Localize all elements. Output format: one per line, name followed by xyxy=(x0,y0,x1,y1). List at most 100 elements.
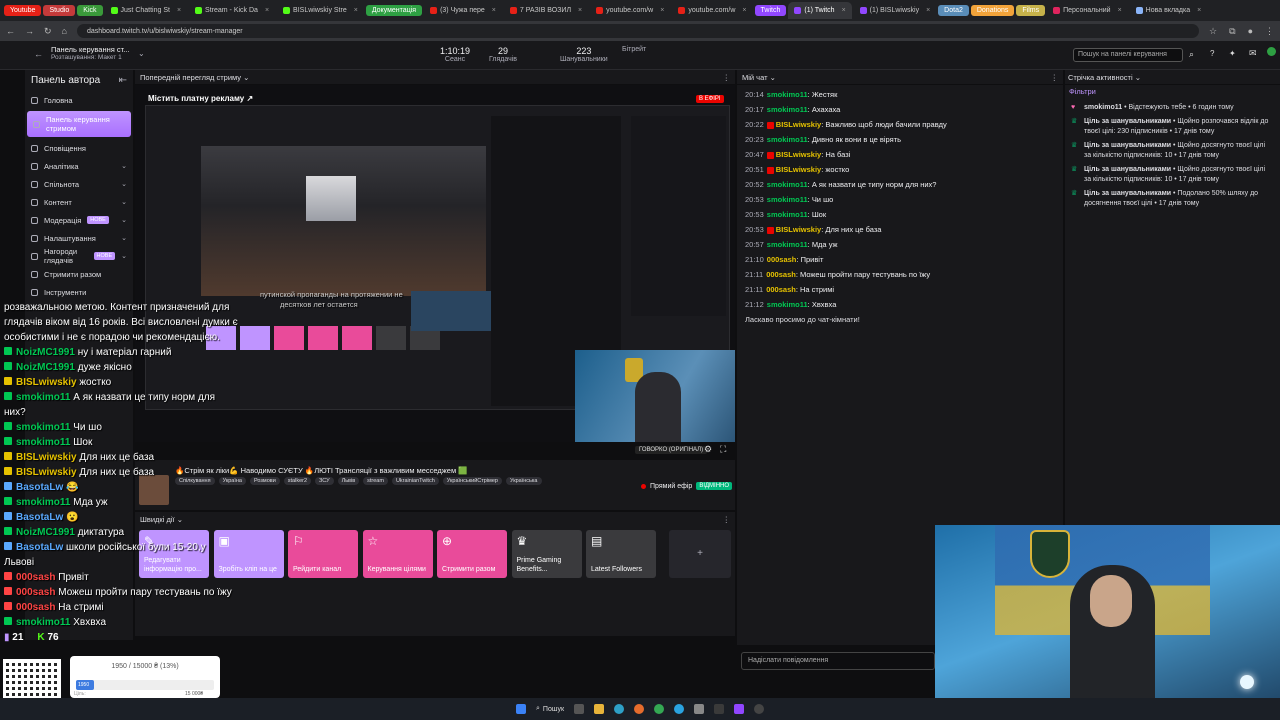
browser-tab[interactable]: Документація xyxy=(365,5,423,16)
fullscreen-icon[interactable]: ⛶ xyxy=(720,444,726,455)
sidebar-item[interactable]: Стримити разом xyxy=(25,265,133,283)
browser-tab[interactable]: (1) BISLwiwskiy × xyxy=(854,2,937,19)
search-icon[interactable]: ⌕ xyxy=(1189,49,1194,60)
stream-tag[interactable]: Українська xyxy=(505,477,542,485)
browser-tab[interactable]: Stream - Kick Da × xyxy=(189,2,275,19)
dashboard-switcher[interactable]: Панель керування ст... Розташування: Мак… xyxy=(51,45,129,61)
browser-tab[interactable]: Dota2 xyxy=(938,5,969,16)
more-options-icon[interactable]: ⋮ xyxy=(723,73,731,82)
sidebar-item[interactable]: Модерація НОВЕ ⌄ xyxy=(25,211,133,229)
more-options-icon[interactable]: ⋮ xyxy=(723,515,731,524)
sidebar-item[interactable]: Панель керування стримом xyxy=(27,111,131,137)
wand-icon[interactable]: ✦ xyxy=(1229,49,1236,58)
browser-tab[interactable]: youtube.com/w × xyxy=(672,2,752,19)
browser-tab[interactable]: (1) Twitch × xyxy=(788,2,852,19)
stream-tag[interactable]: stream xyxy=(363,477,388,485)
obs-studio-icon[interactable] xyxy=(754,704,765,714)
quick-action-card[interactable]: ⊕ Стримити разом xyxy=(437,530,507,578)
stream-tag[interactable]: УкраїнськийСтрімер xyxy=(442,477,502,485)
browser-tab[interactable]: Just Chatting St × xyxy=(105,2,188,19)
stream-tag[interactable]: stalker2 xyxy=(283,477,312,485)
browser-tab[interactable]: (3) Чужа пере × xyxy=(424,2,502,19)
task-view-icon[interactable] xyxy=(574,704,585,714)
menu-icon[interactable]: ⋮ xyxy=(1265,26,1274,37)
profile-icon[interactable]: ● xyxy=(1248,26,1253,37)
sidebar-item[interactable]: Головна xyxy=(25,91,133,109)
sidebar-item[interactable]: Сповіщення xyxy=(25,139,133,157)
chrome-icon[interactable] xyxy=(654,704,665,714)
chevron-down-icon[interactable]: ⌄ xyxy=(1135,73,1141,82)
home-icon[interactable]: ⌂ xyxy=(62,26,67,36)
back-icon[interactable]: ← xyxy=(6,26,15,36)
close-icon[interactable]: × xyxy=(1118,7,1122,14)
start-icon[interactable] xyxy=(515,704,526,714)
sidebar-item[interactable]: Інструменти xyxy=(25,283,133,301)
add-quick-action-button[interactable]: + xyxy=(669,530,731,578)
quick-action-card[interactable]: ☆ Керування цілями xyxy=(362,530,433,578)
obs-icon[interactable] xyxy=(714,704,725,714)
more-options-icon[interactable]: ⋮ xyxy=(1051,73,1059,82)
quick-action-card[interactable]: ♛ Prime Gaming Benefits... xyxy=(511,530,582,578)
help-icon[interactable]: ? xyxy=(1210,49,1214,58)
chevron-down-icon[interactable]: ⌄ xyxy=(770,73,776,82)
forward-icon[interactable]: → xyxy=(25,26,34,36)
back-arrow-icon[interactable]: ← xyxy=(34,49,43,59)
sidebar-item[interactable]: Налаштування ⌄ xyxy=(25,229,133,247)
quick-action-card[interactable]: ⚐ Рейдити канал xyxy=(288,530,358,578)
edge-icon[interactable] xyxy=(614,704,625,714)
close-icon[interactable]: × xyxy=(265,7,269,14)
activity-item[interactable]: ♕ Ціль за шанувальниками • Щойно досягнут… xyxy=(1065,139,1280,163)
app-icon[interactable] xyxy=(734,704,745,714)
audio-track-label[interactable]: ГОВОРКО (ОРИГІНАЛ) xyxy=(635,446,708,454)
address-input[interactable]: dashboard.twitch.tv/u/bislwiwskiy/stream… xyxy=(76,24,1200,38)
inbox-icon[interactable]: ✉ xyxy=(1249,48,1257,59)
browser-tab[interactable]: Films xyxy=(1016,5,1046,16)
stream-tag[interactable]: UkrainianTwitch xyxy=(391,477,439,485)
quick-action-card[interactable]: ▤ Latest Followers xyxy=(586,530,656,578)
activity-filters-button[interactable]: Фільтри xyxy=(1065,85,1280,101)
stream-tag[interactable]: Львів xyxy=(337,477,360,485)
close-icon[interactable]: × xyxy=(742,7,746,14)
telegram-icon[interactable] xyxy=(674,704,685,714)
avatar[interactable] xyxy=(1267,47,1276,56)
activity-item[interactable]: ♕ Ціль за шанувальниками • Подолано 50% ш… xyxy=(1065,187,1280,211)
reload-icon[interactable]: ↻ xyxy=(44,26,52,37)
activity-item[interactable]: ♕ Ціль за шанувальниками • Щойно розпочав… xyxy=(1065,115,1280,139)
close-icon[interactable]: × xyxy=(492,7,496,14)
browser-tab[interactable]: Нова вкладка × xyxy=(1130,2,1208,19)
chevron-down-icon[interactable]: ⌄ xyxy=(243,73,249,82)
firefox-icon[interactable] xyxy=(634,704,645,714)
close-icon[interactable]: × xyxy=(578,7,582,14)
sidebar-item[interactable]: Контент ⌄ xyxy=(25,193,133,211)
browser-tab[interactable]: Studio xyxy=(43,5,76,16)
browser-tab[interactable]: Персональний × xyxy=(1047,2,1128,19)
sidebar-item[interactable]: Нагороди глядачів НОВЕ ⌄ xyxy=(25,247,133,265)
chat-input[interactable]: Надіслати повідомлення xyxy=(741,652,935,670)
browser-tab[interactable]: Twitch xyxy=(754,5,787,16)
close-icon[interactable]: × xyxy=(660,7,664,14)
settings-gear-icon[interactable]: ⚙ xyxy=(704,444,712,455)
file-explorer-icon[interactable] xyxy=(594,704,605,714)
stream-tag[interactable]: ЗСУ xyxy=(315,477,334,485)
activity-item[interactable]: ♕ Ціль за шанувальниками • Щойно досягнут… xyxy=(1065,163,1280,187)
taskbar-search[interactable]: ⌕ Пошук xyxy=(536,705,564,713)
activity-item[interactable]: ♥ smokimo11 • Відстежують тебе • 6 годин … xyxy=(1065,101,1280,115)
browser-tab[interactable]: Youtube xyxy=(4,5,42,16)
collapse-sidebar-icon[interactable]: ⇤ xyxy=(119,75,127,86)
close-icon[interactable]: × xyxy=(1197,7,1201,14)
sidebar-item[interactable]: Спільнота ⌄ xyxy=(25,175,133,193)
browser-tab[interactable]: 7 РАЗІВ ВОЗИЛ × xyxy=(504,2,588,19)
close-icon[interactable]: × xyxy=(842,7,846,14)
sidebar-item[interactable]: Аналітика ⌄ xyxy=(25,157,133,175)
browser-tab[interactable]: youtube.com/w × xyxy=(590,2,670,19)
bookmark-star-icon[interactable]: ☆ xyxy=(1209,26,1217,37)
app-icon[interactable] xyxy=(694,704,705,714)
close-icon[interactable]: × xyxy=(926,7,930,14)
browser-tab[interactable]: BISLwiwskiy Stre × xyxy=(277,2,364,19)
extensions-icon[interactable]: ⧉ xyxy=(1229,26,1235,37)
close-icon[interactable]: × xyxy=(354,7,358,14)
chevron-down-icon[interactable]: ⌄ xyxy=(138,49,145,58)
browser-tab[interactable]: Kick xyxy=(77,5,103,16)
close-icon[interactable]: × xyxy=(177,7,181,14)
browser-tab[interactable]: Donations xyxy=(970,5,1015,16)
